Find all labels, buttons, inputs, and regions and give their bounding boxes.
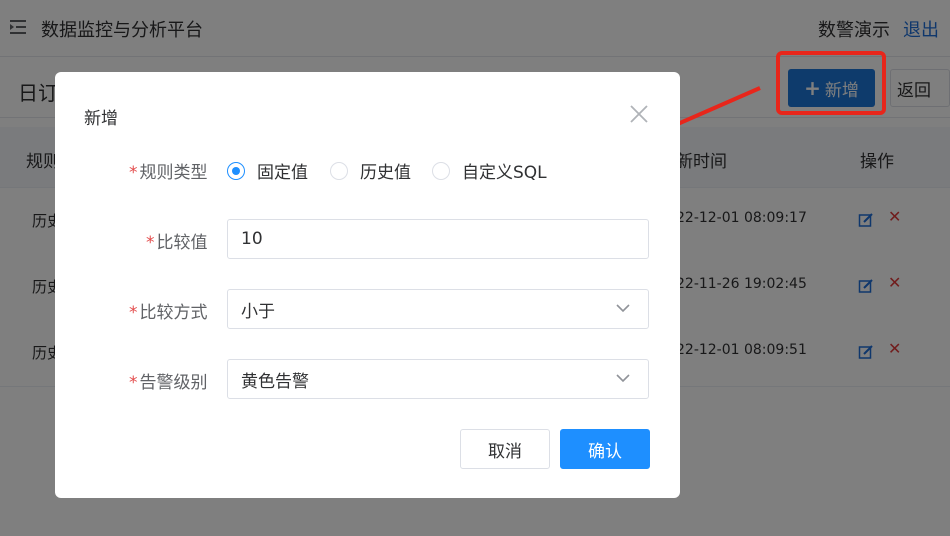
compare-mode-value: 小于: [241, 301, 275, 322]
compare-value-text: 10: [241, 229, 263, 249]
cancel-button-label: 取消: [488, 441, 522, 462]
compare-mode-label: * 比较方式: [129, 303, 208, 323]
radio-label: 固定值: [257, 163, 308, 183]
compare-mode-select[interactable]: 小于: [227, 289, 649, 329]
close-icon[interactable]: [628, 103, 650, 125]
confirm-button[interactable]: 确认: [560, 429, 650, 469]
radio-custom-sql[interactable]: 自定义SQL: [432, 158, 547, 183]
radio-dot: [432, 161, 450, 180]
compare-value-label: * 比较值: [146, 233, 208, 253]
confirm-button-label: 确认: [588, 441, 622, 462]
chevron-down-icon: [616, 374, 630, 383]
dialog-title: 新增: [84, 109, 118, 129]
radio-dot: [227, 161, 245, 180]
radio-dot: [330, 161, 348, 180]
rule-type-label: * 规则类型: [129, 163, 208, 183]
alert-level-select[interactable]: 黄色告警: [227, 359, 649, 399]
radio-label: 自定义SQL: [462, 163, 547, 183]
compare-value-input[interactable]: 10: [227, 219, 649, 259]
radio-label: 历史值: [360, 163, 411, 183]
add-rule-dialog: 新增 * 规则类型 固定值 历史值 自定义SQL * 比较值 10 * 比较方式 小于…: [55, 72, 680, 498]
radio-history-value[interactable]: 历史值: [330, 158, 411, 183]
radio-fixed-value[interactable]: 固定值: [227, 158, 308, 183]
alert-level-value: 黄色告警: [241, 371, 309, 392]
cancel-button[interactable]: 取消: [460, 429, 550, 469]
alert-level-label: * 告警级别: [129, 373, 208, 393]
chevron-down-icon: [616, 304, 630, 313]
